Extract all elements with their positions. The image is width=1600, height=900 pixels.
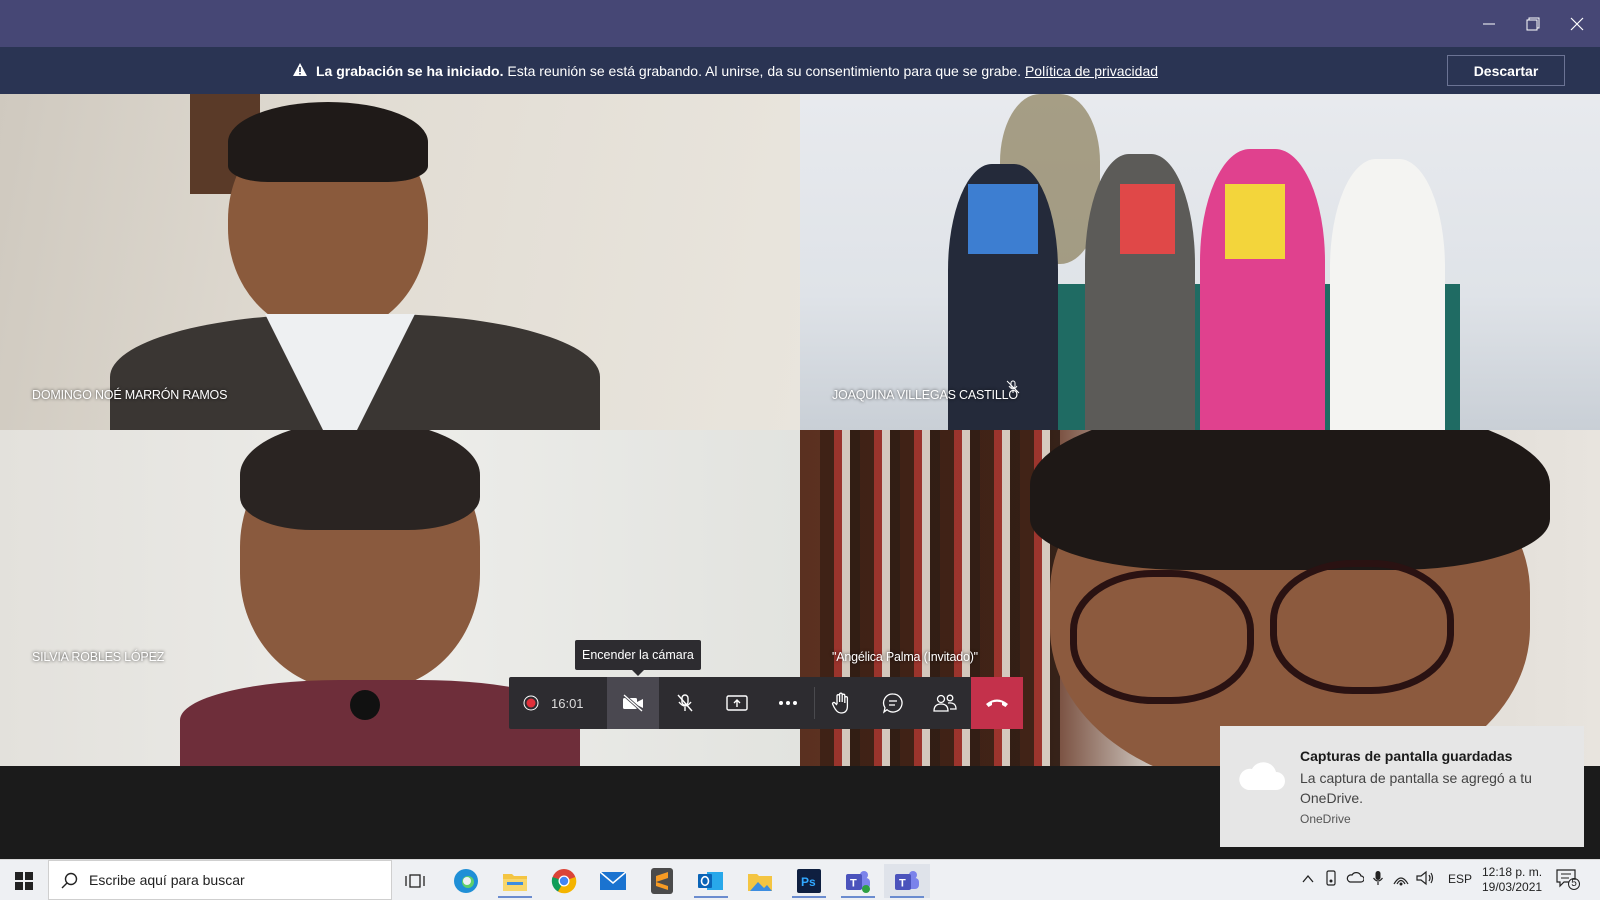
outlook-icon xyxy=(698,872,723,890)
taskbar-search[interactable]: Escribe aquí para buscar xyxy=(48,860,392,900)
taskbar-app-photos[interactable] xyxy=(737,864,783,898)
search-icon xyxy=(61,872,78,889)
edge-icon xyxy=(454,869,478,893)
privacy-policy-link[interactable]: Política de privacidad xyxy=(1025,63,1158,79)
title-bar xyxy=(0,0,1600,47)
warning-icon xyxy=(293,63,307,76)
microphone-button[interactable] xyxy=(659,677,711,729)
taskbar-app-chrome[interactable] xyxy=(541,864,587,898)
chrome-icon xyxy=(551,869,577,894)
tray-microphone[interactable] xyxy=(1372,870,1384,889)
file-explorer-icon xyxy=(503,874,527,891)
task-view-button[interactable] xyxy=(392,864,438,898)
hang-up-icon xyxy=(986,699,1008,707)
toast-notification[interactable]: Capturas de pantalla guardadas La captur… xyxy=(1220,726,1584,847)
participants-button[interactable] xyxy=(919,677,971,729)
raise-hand-button[interactable] xyxy=(815,677,867,729)
task-view-icon xyxy=(405,874,425,888)
toast-title: Capturas de pantalla guardadas xyxy=(1300,748,1513,764)
taskbar-app-explorer[interactable] xyxy=(492,864,538,898)
action-center-button[interactable]: 5 xyxy=(1556,868,1580,893)
volume-icon xyxy=(1416,870,1434,886)
microphone-icon xyxy=(1373,871,1383,885)
recording-banner: La grabación se ha iniciado. Esta reunió… xyxy=(0,47,1600,94)
camera-tooltip: Encender la cámara xyxy=(575,640,701,676)
people-icon xyxy=(933,694,957,712)
mic-off-icon xyxy=(677,694,693,712)
more-icon xyxy=(779,701,798,705)
onedrive-icon xyxy=(1346,872,1365,883)
taskbar-app-teams-2[interactable]: T xyxy=(884,864,930,898)
taskbar-app-photoshop[interactable]: Ps xyxy=(786,864,832,898)
minimize-button[interactable] xyxy=(1467,8,1511,40)
svg-text:T: T xyxy=(899,878,906,890)
wifi-icon xyxy=(1393,877,1409,886)
photoshop-icon: Ps xyxy=(797,869,821,893)
tray-device[interactable] xyxy=(1324,870,1338,889)
banner-title: La grabación se ha iniciado. xyxy=(316,63,504,79)
video-tile-1[interactable]: DOMINGO NOÉ MARRÓN RAMOS xyxy=(0,94,800,430)
restore-icon xyxy=(1526,17,1540,31)
mic-muted-icon xyxy=(1006,380,1020,394)
tray-network[interactable] xyxy=(1392,870,1410,889)
clock-date: 19/03/2021 xyxy=(1482,880,1543,894)
toast-source: OneDrive xyxy=(1300,812,1351,826)
minimize-icon xyxy=(1483,23,1495,25)
taskbar: Escribe aquí para buscar Ps T T ESP 12:1… xyxy=(0,859,1600,900)
taskbar-app-teams-1[interactable]: T xyxy=(835,864,881,898)
teams-icon: T xyxy=(895,871,919,890)
taskbar-app-mail[interactable] xyxy=(590,864,636,898)
input-language[interactable]: ESP xyxy=(1448,872,1472,886)
svg-text:T: T xyxy=(850,878,857,890)
show-hidden-icons[interactable] xyxy=(1302,872,1314,887)
close-button[interactable] xyxy=(1555,8,1599,40)
recording-timer: 16:01 xyxy=(509,677,607,729)
tray-onedrive[interactable] xyxy=(1346,870,1365,887)
participant-name: JOAQUINA VILLEGAS CASTILLO xyxy=(832,388,1018,402)
sublime-icon xyxy=(651,868,673,894)
participant-name: DOMINGO NOÉ MARRÓN RAMOS xyxy=(32,388,228,402)
meeting-duration: 16:01 xyxy=(551,695,584,711)
clock[interactable]: 12:18 p. m. 19/03/2021 xyxy=(1482,865,1542,895)
start-button[interactable] xyxy=(2,864,46,898)
windows-icon xyxy=(15,872,33,890)
participant-name: "Angélica Palma (Invitado)" xyxy=(832,650,978,664)
camera-button[interactable] xyxy=(606,677,659,729)
mail-icon xyxy=(600,871,626,890)
camera-off-icon xyxy=(622,694,643,712)
video-tile-2[interactable]: JOAQUINA VILLEGAS CASTILLO xyxy=(800,94,1600,430)
participant-name: SILVIA ROBLES LÓPEZ xyxy=(32,650,165,664)
restore-button[interactable] xyxy=(1511,8,1555,40)
chevron-up-icon xyxy=(1302,874,1314,883)
raise-hand-icon xyxy=(832,692,849,714)
search-placeholder: Escribe aquí para buscar xyxy=(89,872,245,888)
tray-volume[interactable] xyxy=(1416,870,1434,889)
device-icon xyxy=(1326,870,1336,886)
chat-button[interactable] xyxy=(867,677,919,729)
chat-icon xyxy=(883,693,903,714)
teams-icon: T xyxy=(846,871,870,893)
toast-body: La captura de pantalla se agregó a tu On… xyxy=(1300,770,1532,806)
taskbar-app-edge[interactable] xyxy=(443,864,489,898)
more-actions-button[interactable] xyxy=(763,677,815,729)
taskbar-app-sublime[interactable] xyxy=(639,864,685,898)
clock-time: 12:18 p. m. xyxy=(1482,865,1543,879)
close-icon xyxy=(1570,17,1584,31)
share-screen-icon xyxy=(725,695,748,711)
meeting-controls: 16:01 xyxy=(509,677,1023,729)
banner-message: Esta reunión se está grabando. Al unirse… xyxy=(503,63,1025,79)
dismiss-button[interactable]: Descartar xyxy=(1447,55,1565,86)
share-screen-button[interactable] xyxy=(711,677,763,729)
record-icon xyxy=(523,695,539,711)
svg-text:Ps: Ps xyxy=(801,875,816,889)
notification-count: 5 xyxy=(1571,878,1577,889)
taskbar-app-outlook[interactable] xyxy=(688,864,734,898)
photos-icon xyxy=(748,874,772,891)
hang-up-button[interactable] xyxy=(971,677,1023,729)
cloud-icon xyxy=(1239,762,1285,790)
